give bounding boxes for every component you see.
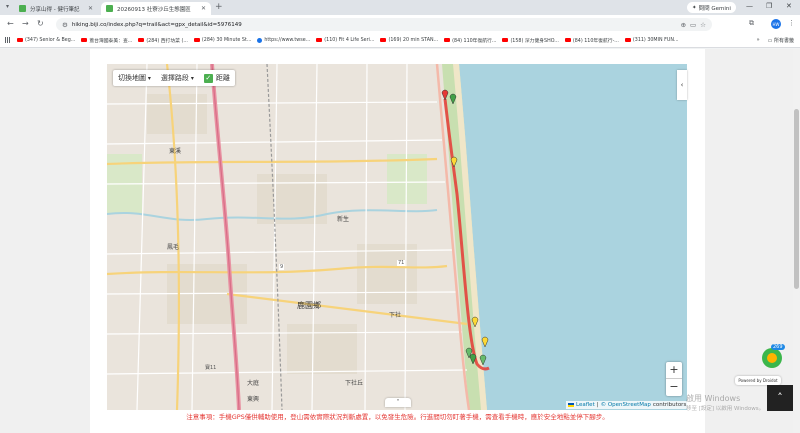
site-favicon-icon	[19, 5, 26, 12]
youtube-icon	[138, 38, 145, 42]
distance-label: 距離	[215, 74, 230, 82]
bookmark-item[interactable]: (347) Senior & Beg...	[17, 38, 75, 43]
tab-hiking-share[interactable]: 分享山得 - 健行筆記 ✕	[14, 2, 98, 15]
back-arrow-icon[interactable]: ←	[7, 19, 14, 28]
youtube-icon	[444, 38, 451, 42]
reload-icon[interactable]: ↻	[37, 19, 44, 28]
chat-widget-button[interactable]: 269	[762, 344, 785, 368]
bookmark-item[interactable]: (284) 西打坊菜 (...	[138, 37, 188, 44]
ukraine-flag-icon	[568, 403, 574, 407]
site-info-icon[interactable]: ⚙	[62, 21, 68, 29]
map-control-bar: 切換地圖 選擇路段 ✓ 距離	[113, 70, 235, 86]
restore-icon[interactable]: ❐	[766, 2, 772, 10]
youtube-icon	[564, 38, 571, 42]
map-label-village: 東興	[247, 396, 260, 403]
map-label-village: 東溪	[169, 148, 182, 155]
map-attribution: Leaflet | © OpenStreetMap contributors	[566, 401, 689, 409]
menu-kebab-icon[interactable]: ⋮	[788, 19, 795, 27]
cast-icon[interactable]: ▭	[690, 21, 696, 29]
bookmark-item[interactable]: (169) 20 min STAN...	[380, 38, 438, 43]
tab-search-icon[interactable]: ▾	[6, 3, 13, 11]
youtube-icon	[624, 38, 631, 42]
zoom-out-button[interactable]: −	[666, 379, 682, 396]
map-tiles	[107, 64, 687, 410]
address-bar[interactable]: ⚙ hiking.biji.co/index.php?q=trail&act=g…	[56, 18, 712, 31]
youtube-icon	[81, 38, 88, 42]
watermark-subtitle: 移至 [設定] 以啟用 Windows。	[686, 406, 765, 412]
powered-by-label: Powered by Droidot	[735, 376, 781, 385]
youtube-icon	[380, 38, 387, 42]
page-scrollbar[interactable]	[793, 49, 800, 433]
zoom-icon[interactable]: ⊕	[681, 21, 686, 29]
gemini-label: 問問 Gemini	[698, 5, 731, 12]
apps-icon[interactable]	[5, 37, 11, 43]
chevron-double-right-icon[interactable]: »	[757, 37, 760, 44]
leaflet-link[interactable]: Leaflet	[576, 402, 595, 408]
browser-toolbar: ← → ↻ ⚙ hiking.biji.co/index.php?q=trail…	[0, 15, 800, 33]
youtube-icon	[502, 38, 509, 42]
map-label-village: 下社丘	[345, 380, 364, 387]
tab-title: 20260913 社寮沙丘生態園區	[117, 6, 191, 13]
minimize-icon[interactable]: —	[746, 2, 753, 10]
tab-title: 分享山得 - 健行筆記	[30, 6, 80, 13]
profile-avatar[interactable]: HW	[771, 19, 781, 29]
bookmark-item[interactable]: (284) 30 Minute St...	[193, 38, 251, 43]
map-label-village: 大庭	[247, 380, 260, 387]
expand-panel-chevron-up-icon[interactable]: ˄	[385, 398, 411, 407]
zoom-in-button[interactable]: +	[666, 362, 682, 379]
gemini-sparkle-icon: ✦	[692, 4, 697, 11]
osm-link[interactable]: © OpenStreetMap	[601, 402, 651, 408]
trail-map[interactable]: 鹿園鄉 9 71 鳳毛 新生 下社 大庭 東興 寶11 下社丘 東溪	[107, 64, 687, 410]
checkmark-icon: ✓	[203, 73, 213, 83]
close-tab-icon[interactable]: ✕	[88, 5, 93, 12]
attribution-contributors: contributors	[652, 402, 687, 408]
forward-arrow-icon[interactable]: →	[22, 19, 29, 28]
bookmark-item[interactable]: (110) Fit 4 Life Seri...	[316, 38, 374, 43]
bookmark-item[interactable]: (311) 30MIN FUN...	[624, 38, 679, 43]
select-route-dropdown[interactable]: 選擇路段	[161, 73, 194, 83]
zoom-control: + −	[666, 362, 682, 396]
windows-activation-watermark: 啟用 Windows 移至 [設定] 以啟用 Windows。	[686, 394, 764, 414]
bookmark-item[interactable]: 蓋台灣國泰美：查...	[81, 37, 132, 44]
close-tab-icon[interactable]: ✕	[201, 5, 206, 12]
panel-toggle-chevron-left-icon[interactable]: ‹	[677, 70, 687, 100]
url-text: hiking.biji.co/index.php?q=trail&act=gpx…	[71, 21, 242, 28]
map-label-road: 71	[397, 260, 406, 266]
distance-checkbox[interactable]: ✓ 距離	[203, 73, 230, 83]
globe-icon	[257, 37, 263, 43]
youtube-icon	[193, 38, 200, 42]
tab-strip: ▾ 分享山得 - 健行筆記 ✕ 20260913 社寮沙丘生態園區 ✕ + ✦ …	[0, 0, 800, 15]
watermark-title: 啟用 Windows	[686, 394, 741, 403]
bookmark-item[interactable]: (158) 深力健身SHO...	[502, 37, 559, 44]
bookmark-item[interactable]: (84) 110年復航行-...	[564, 37, 619, 44]
map-label-town: 鹿園鄉	[297, 301, 321, 310]
map-label-village: 寶11	[205, 365, 217, 371]
map-label-village: 新生	[337, 216, 350, 223]
extensions-icon[interactable]: ⧉	[749, 19, 754, 28]
map-label-village: 下社	[389, 312, 402, 319]
all-bookmarks-button[interactable]: ▭ 所有書籤	[768, 37, 794, 44]
notification-count: 269	[771, 344, 785, 350]
bookmark-item[interactable]: (84) 110年復航行...	[444, 37, 496, 44]
close-window-icon[interactable]: ✕	[786, 2, 792, 10]
bookmarks-overflow: » ▭ 所有書籤	[757, 37, 794, 44]
youtube-icon	[17, 38, 23, 42]
switch-map-dropdown[interactable]: 切換地圖	[118, 73, 151, 83]
bookmarks-bar: (347) Senior & Beg... 蓋台灣國泰美：查... (284) …	[0, 33, 800, 48]
site-favicon-icon	[106, 5, 113, 12]
map-label-road: 9	[279, 264, 285, 270]
new-tab-button[interactable]: +	[215, 2, 223, 12]
youtube-icon	[316, 38, 323, 42]
gps-notice: 注意事項：手機GPS僅供輔助使用，登山需依實際狀況判斷處置，以免發生危險。行進間…	[186, 413, 609, 421]
bookmark-star-icon[interactable]: ☆	[700, 21, 706, 29]
tab-gpx-detail[interactable]: 20260913 社寮沙丘生態園區 ✕	[101, 2, 211, 15]
scrollbar-thumb[interactable]	[794, 109, 799, 289]
back-to-top-button[interactable]: ˄	[767, 385, 793, 411]
map-label-village: 鳳毛	[167, 244, 180, 251]
bookmark-item[interactable]: https://www.twse...	[257, 37, 310, 43]
attribution-separator: |	[596, 402, 599, 408]
gemini-button[interactable]: ✦ 問問 Gemini	[687, 2, 736, 13]
mascot-icon	[767, 353, 777, 363]
